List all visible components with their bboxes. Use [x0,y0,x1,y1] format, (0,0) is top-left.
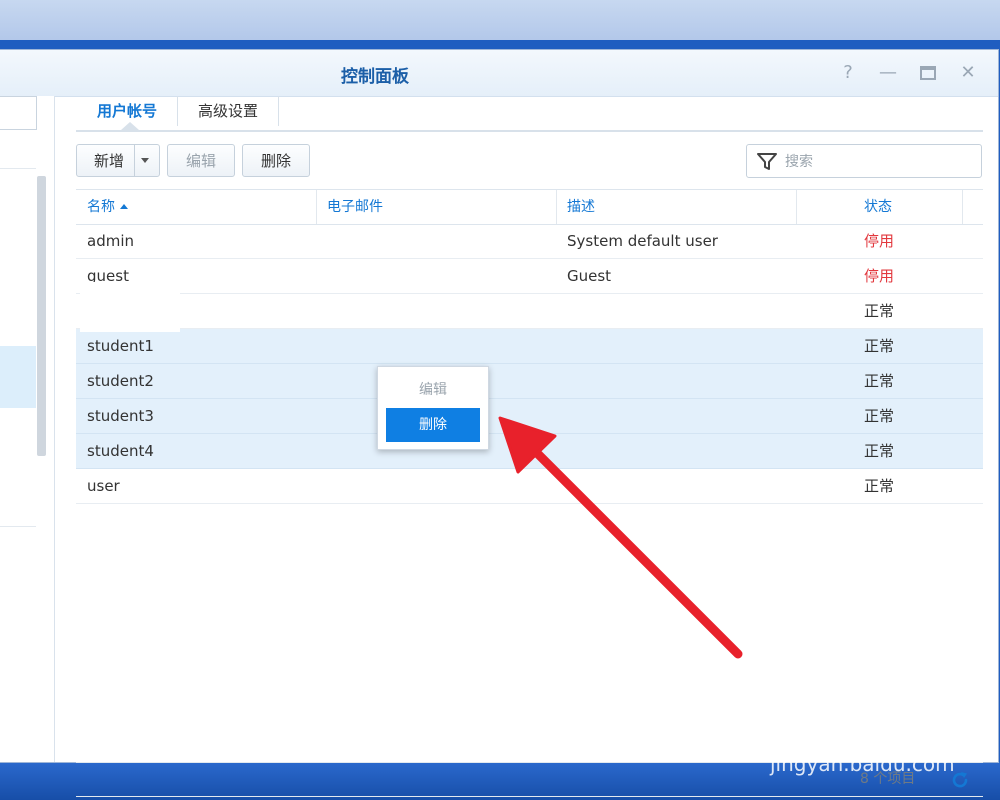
watermark-url: jingyan.baidu.com [770,752,955,776]
baidu-watermark: Baidu经验 [765,718,922,753]
red-arrow-annotation [498,416,743,659]
